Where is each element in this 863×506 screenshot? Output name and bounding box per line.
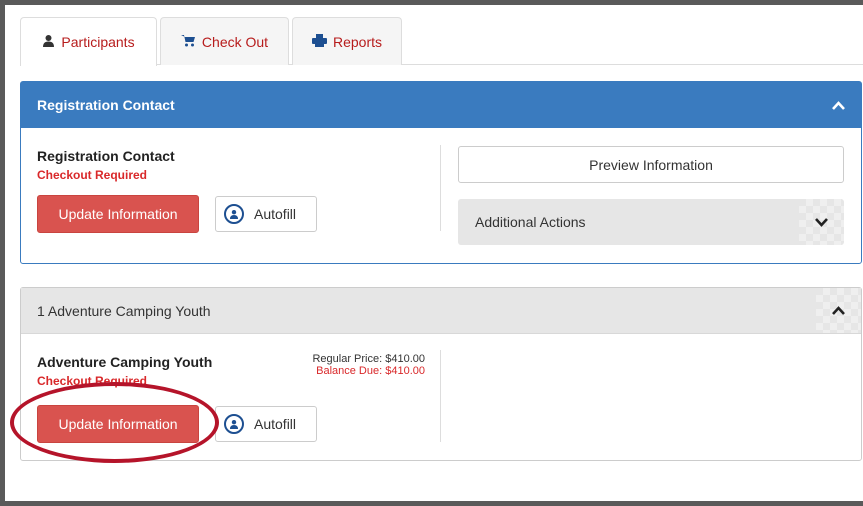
registration-contact-header[interactable]: Registration Contact [21,82,861,128]
column-divider [440,145,441,231]
tab-check-out[interactable]: Check Out [160,17,289,65]
highlight-oval [10,382,219,463]
participant-panel-header[interactable]: 1 Adventure Camping Youth [21,288,861,334]
balance-due: Balance Due: $410.00 [316,365,425,377]
panel-header-title: Registration Contact [37,97,175,113]
cart-icon [180,34,196,50]
tab-reports[interactable]: Reports [292,17,402,65]
registration-contact-panel: Registration Contact Registration Contac… [20,81,862,264]
checkout-required-status: Checkout Required [37,168,148,182]
user-icon [42,34,55,50]
autofill-button[interactable]: Autofill [215,196,317,232]
participant-title: Adventure Camping Youth [37,354,213,370]
additional-actions-label: Additional Actions [475,214,586,230]
chevron-up-icon[interactable] [832,303,845,318]
contact-title: Registration Contact [37,148,175,164]
tab-check-out-label: Check Out [201,33,269,50]
panel-header-title: 1 Adventure Camping Youth [37,302,211,319]
user-circle-icon [224,414,244,434]
autofill-label: Autofill [254,416,297,432]
chevron-down-icon [815,215,828,230]
tab-participants-label: Participants [61,34,135,50]
regular-price: Regular Price: $410.00 [312,353,425,365]
column-divider [440,350,441,442]
price-summary: Regular Price: $410.00 Balance Due: $410… [271,353,425,383]
chevron-up-icon[interactable] [832,98,845,113]
update-information-button[interactable]: Update Information [37,195,199,233]
user-circle-icon [224,204,244,224]
tab-bar: Participants Check Out Reports [20,17,863,66]
reports-icon [311,33,327,50]
additional-actions-dropdown[interactable]: Additional Actions [458,199,844,245]
tab-reports-label: Reports [332,33,383,50]
autofill-button[interactable]: Autofill [215,406,317,442]
preview-information-button[interactable]: Preview Information [458,146,844,183]
tab-participants[interactable]: Participants [20,17,157,66]
autofill-label: Autofill [254,206,297,222]
